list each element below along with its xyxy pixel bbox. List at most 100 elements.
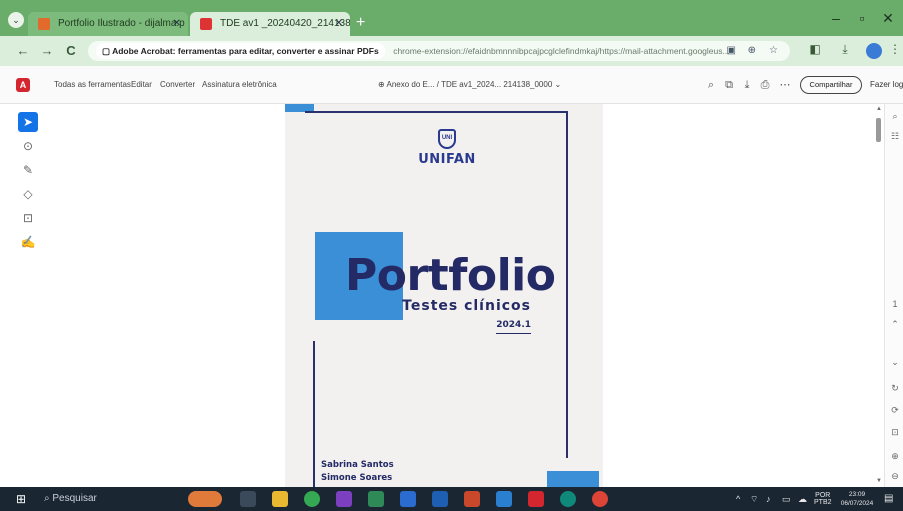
windows-start-icon[interactable]: ⊞ — [14, 492, 28, 506]
widgets-icon[interactable] — [188, 491, 222, 507]
word-icon[interactable] — [400, 491, 416, 507]
text-select-icon[interactable]: ⊡ — [18, 208, 38, 228]
tab-tde-pdf[interactable]: TDE av1 _20240420_214138_0 ✕ — [190, 12, 350, 36]
profile-avatar[interactable] — [866, 43, 882, 59]
language-code: POR — [815, 492, 831, 499]
language-layout: PTB2 — [814, 499, 832, 506]
onenote-icon[interactable] — [336, 491, 352, 507]
chrome-icon[interactable] — [304, 491, 320, 507]
login-link[interactable]: Fazer logo — [870, 78, 903, 92]
search-icon[interactable]: ⌕ — [704, 78, 718, 92]
zoom-icon[interactable]: ⊕ — [748, 41, 756, 61]
zoom-out-icon[interactable]: ⊖ — [888, 470, 902, 482]
store-icon[interactable] — [496, 491, 512, 507]
language-indicator[interactable]: POR PTB2 — [814, 492, 832, 506]
signature-icon[interactable]: ✍ — [18, 232, 38, 252]
breadcrumb-separator: / — [436, 80, 439, 89]
extensions-icon[interactable]: ◧ — [806, 42, 824, 56]
outlook-icon[interactable] — [432, 491, 448, 507]
tab-search-icon[interactable]: ⌄ — [8, 12, 24, 28]
reload-button[interactable]: C — [62, 42, 80, 60]
translate-icon[interactable]: ▣ — [727, 41, 736, 61]
comment-icon[interactable]: ⊙ — [18, 136, 38, 156]
print-icon[interactable]: ⎙ — [758, 78, 772, 92]
forward-button[interactable]: → — [38, 42, 56, 60]
tab-close-icon[interactable]: ✕ — [173, 12, 181, 36]
fit-page-icon[interactable]: ⊡ — [888, 426, 902, 438]
tab-portfolio[interactable]: Portfolio Ilustrado - dijalma.p ✕ — [28, 12, 188, 36]
browser-tab-bar: ⌄ Portfolio Ilustrado - dijalma.p ✕ TDE … — [0, 0, 903, 36]
document-name[interactable]: TDE av1_2024... 214138_0000 — [441, 80, 552, 89]
site-info-chip[interactable]: ▢ Adobe Acrobat: ferramentas para editar… — [96, 43, 385, 59]
taskbar-search[interactable]: ⌕ Pesquisar — [44, 492, 97, 506]
clock-date: 06/07/2024 — [840, 500, 874, 507]
menu-edit[interactable]: Editar — [131, 78, 152, 92]
scrollbar-thumb[interactable] — [876, 118, 881, 142]
document-breadcrumb: ⊕ Anexo do E... / TDE av1_2024... 214138… — [378, 78, 561, 92]
download-icon[interactable]: ⤓ — [836, 42, 854, 57]
document-title: Portfolio — [345, 250, 556, 301]
close-window-button[interactable]: ✕ — [878, 10, 898, 27]
edge-icon[interactable] — [560, 491, 576, 507]
volume-icon[interactable]: ♪ — [766, 493, 771, 505]
page-down-icon[interactable]: ⌄ — [888, 356, 902, 368]
onedrive-icon[interactable]: ☁ — [798, 493, 807, 505]
pen-icon[interactable]: ✎ — [18, 160, 38, 180]
document-subtitle: Testes clínicos — [402, 298, 531, 314]
author-name: Sabrina Santos — [321, 460, 394, 470]
page-number-icon[interactable]: 1 — [888, 298, 902, 310]
back-button[interactable]: ← — [14, 42, 32, 60]
new-tab-button[interactable]: + — [356, 12, 365, 34]
maximize-button[interactable]: ▫ — [852, 10, 872, 26]
rotate-icon[interactable]: ↻ — [888, 382, 902, 394]
refresh-icon[interactable]: ⟳ — [888, 404, 902, 416]
decor-frame-left — [313, 341, 315, 487]
breadcrumb-parent[interactable]: Anexo do E... — [386, 80, 434, 89]
menu-convert[interactable]: Converter — [160, 78, 195, 92]
right-side-panel: ⌕ ☷ 1 ⌃ ⌄ ↻ ⟳ ⊡ ⊕ ⊖ — [884, 104, 903, 487]
download-icon[interactable]: ⤓ — [740, 78, 754, 92]
address-bar[interactable]: ▢ Adobe Acrobat: ferramentas para editar… — [88, 41, 790, 61]
decor-frame-top — [305, 111, 568, 113]
minimize-button[interactable]: – — [826, 10, 846, 26]
tab-close-icon[interactable]: ✕ — [335, 12, 343, 36]
thumbnails-icon[interactable]: ☷ — [888, 130, 902, 142]
tab-title: TDE av1 _20240420_214138_0 — [220, 18, 350, 29]
tray-chevron-icon[interactable]: ^ — [736, 493, 740, 505]
site-name: Adobe Acrobat: ferramentas para editar, … — [112, 46, 379, 56]
comment-panel-icon[interactable]: ⌕ — [888, 110, 902, 122]
acrobat-icon[interactable] — [528, 491, 544, 507]
share-button[interactable]: Compartilhar — [800, 76, 862, 94]
wifi-icon[interactable]: ⌔ — [750, 493, 758, 505]
select-cursor-icon[interactable]: ➤ — [18, 112, 38, 132]
powerpoint-icon[interactable] — [464, 491, 480, 507]
clock-time: 23:09 — [848, 491, 866, 498]
scroll-up-icon[interactable]: ▲ — [876, 106, 882, 112]
bookmark-star-icon[interactable]: ☆ — [769, 41, 778, 61]
more-options-icon[interactable]: ⋯ — [778, 78, 792, 92]
year-underline — [496, 333, 531, 334]
menu-e-sign[interactable]: Assinatura eletrônica — [202, 78, 277, 92]
zoom-in-icon[interactable]: ⊕ — [888, 450, 902, 462]
battery-icon[interactable]: ▭ — [782, 493, 791, 505]
chrome-profile-icon[interactable] — [592, 491, 608, 507]
copy-icon[interactable]: ⧉ — [722, 78, 736, 92]
chevron-down-icon[interactable]: ⌄ — [555, 80, 562, 89]
menu-all-tools[interactable]: Todas as ferramentas — [54, 78, 131, 92]
highlighter-icon[interactable]: ◇ — [18, 184, 38, 204]
browser-menu-icon[interactable]: ⋮ — [886, 42, 903, 56]
acrobat-logo-icon: A — [16, 78, 30, 92]
excel-icon[interactable] — [368, 491, 384, 507]
brand-name: UNIFAN — [418, 152, 476, 167]
search-placeholder: Pesquisar — [52, 493, 97, 504]
task-view-icon[interactable] — [240, 491, 256, 507]
decor-blue-bottom — [547, 471, 599, 487]
tab-favicon-icon — [200, 18, 212, 30]
scroll-down-icon[interactable]: ▼ — [876, 478, 882, 484]
system-clock[interactable]: 23:09 06/07/2024 — [838, 490, 876, 508]
tab-favicon-icon — [38, 18, 50, 30]
vertical-scrollbar[interactable]: ▲ ▼ — [876, 106, 882, 486]
file-explorer-icon[interactable] — [272, 491, 288, 507]
notification-icon[interactable]: ▤ — [884, 493, 893, 504]
page-up-icon[interactable]: ⌃ — [888, 318, 902, 330]
